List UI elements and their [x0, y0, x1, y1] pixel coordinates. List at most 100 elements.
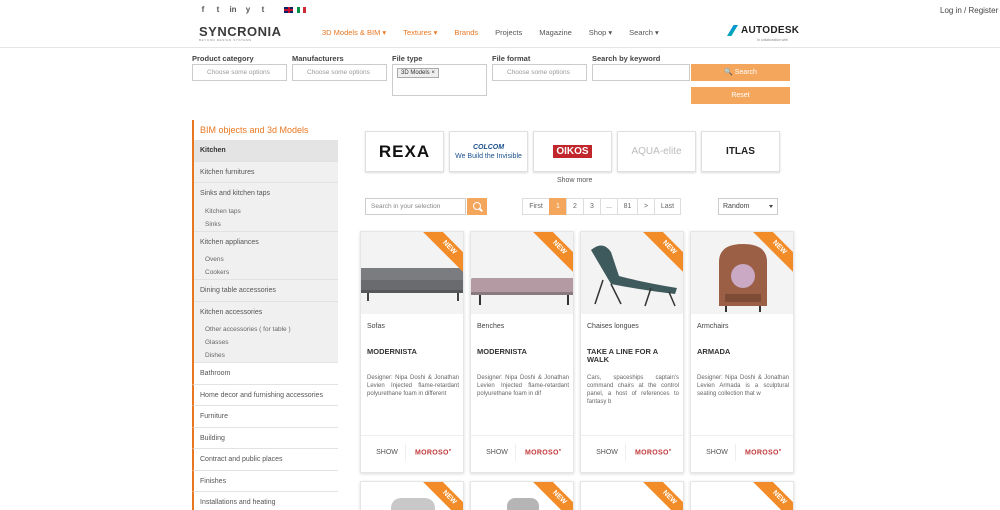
selection-search-button[interactable]: [467, 198, 487, 215]
category-sidebar: BIM objects and 3d Models Kitchen Kitche…: [192, 120, 338, 510]
sidebar-item-furniture[interactable]: Furniture: [192, 406, 338, 428]
sidebar-item-dining[interactable]: Dining table accessories: [194, 280, 338, 302]
top-bar: f t in y t Log in / Register: [0, 0, 1000, 20]
brand-itlas[interactable]: ITLAS: [701, 131, 780, 172]
login-register-link[interactable]: Log in / Register: [940, 6, 1000, 15]
product-footer: SHOW MOROSO●: [581, 435, 683, 467]
product-category-select[interactable]: Choose some options: [192, 64, 287, 81]
brand-colcom-tagline: We Build the Invisible: [455, 152, 522, 160]
autodesk-wordmark: AUTODESK: [741, 25, 800, 36]
linkedin-icon[interactable]: in: [229, 5, 237, 14]
brand-oikos[interactable]: OIKOS: [533, 131, 612, 172]
sidebar-subitem-sinks[interactable]: Sinks: [194, 218, 338, 231]
show-more-link[interactable]: Show more: [557, 177, 592, 184]
youtube-icon[interactable]: y: [244, 5, 252, 14]
file-format-select[interactable]: Choose some options: [492, 64, 587, 81]
sidebar-item-bathroom[interactable]: Bathroom: [192, 363, 338, 385]
sidebar-kitchen-block: Kitchen Kitchen furnitures Sinks and kit…: [192, 140, 338, 363]
nav-projects[interactable]: Projects: [495, 28, 522, 37]
file-type-select[interactable]: 3D Models ×: [392, 64, 487, 96]
page-81[interactable]: 81: [617, 198, 638, 215]
show-button[interactable]: SHOW: [369, 444, 406, 461]
sidebar-item-kitchen-furnitures[interactable]: Kitchen furnitures: [194, 162, 338, 183]
nav-magazine[interactable]: Magazine: [539, 28, 572, 37]
sidebar-item-building[interactable]: Building: [192, 427, 338, 449]
sidebar-subitem-glasses[interactable]: Glasses: [194, 336, 338, 349]
brand-aqua[interactable]: AQUA-elite: [617, 131, 696, 172]
file-type-tag[interactable]: 3D Models ×: [397, 68, 439, 78]
page-3[interactable]: 3: [583, 198, 601, 215]
product-name[interactable]: ARMADA: [697, 348, 787, 356]
brand-colcom[interactable]: COLCOM We Build the Invisible: [449, 131, 528, 172]
sidebar-subitem-kitchen-taps[interactable]: Kitchen taps: [194, 205, 338, 218]
sidebar-item-appliances[interactable]: Kitchen appliances: [194, 232, 338, 254]
file-type-label: File type: [392, 54, 423, 63]
sidebar-item-installations[interactable]: Installations and heating: [192, 492, 338, 510]
product-name[interactable]: MODERNISTA: [477, 348, 567, 356]
sidebar-subitem-other-accessories[interactable]: Other accessories ( for table ): [194, 323, 338, 336]
page-1[interactable]: 1: [549, 198, 567, 215]
sidebar-subitem-cookers[interactable]: Cookers: [194, 266, 338, 279]
manufacturers-select[interactable]: Choose some options: [292, 64, 387, 81]
reset-button[interactable]: Reset: [691, 87, 790, 104]
page-next[interactable]: >: [637, 198, 655, 215]
brand-rexa[interactable]: REXA: [365, 131, 444, 172]
sidebar-subitem-ovens[interactable]: Ovens: [194, 253, 338, 266]
product-card[interactable]: NEW: [360, 481, 464, 510]
keyword-input[interactable]: [592, 64, 690, 81]
product-card[interactable]: NEW Armchairs ARMADA Designer: Nipa Dosh…: [690, 231, 794, 473]
sidebar-group-sinks: Sinks and kitchen taps Kitchen taps Sink…: [194, 183, 338, 232]
sidebar-item-home-decor[interactable]: Home decor and furnishing accessories: [192, 384, 338, 406]
social-links: f t in y t: [199, 5, 267, 14]
product-card[interactable]: NEW Sofas MODERNISTA Designer: Nipa Dosh…: [360, 231, 464, 473]
brand-logo: MOROSO●: [525, 447, 562, 457]
facebook-icon[interactable]: f: [199, 5, 207, 14]
autodesk-icon: [727, 25, 738, 36]
brand-colcom-logo: COLCOM We Build the Invisible: [455, 143, 522, 161]
nav-3d-models[interactable]: 3D Models & BIM ▾: [322, 28, 386, 37]
product-footer: SHOW MOROSO●: [691, 435, 793, 467]
sidebar-title: BIM objects and 3d Models: [192, 120, 338, 140]
product-description: Designer: Nipa Doshi & Jonathan Levien I…: [367, 375, 459, 397]
logo-text: SYNCRONIA: [199, 24, 282, 39]
page-2[interactable]: 2: [566, 198, 584, 215]
product-footer: SHOW MOROSO●: [361, 435, 463, 467]
selection-search-input[interactable]: Search in your selection: [365, 198, 466, 215]
page-last[interactable]: Last: [654, 198, 681, 215]
sidebar-group-accessories: Kitchen accessories Other accessories ( …: [194, 302, 338, 363]
product-card[interactable]: NEW Benches MODERNISTA Designer: Nipa Do…: [470, 231, 574, 473]
product-category: Chaises longues: [587, 323, 639, 330]
italian-flag-icon[interactable]: [297, 7, 306, 13]
product-card[interactable]: NEW Chaises longues TAKE A LINE FOR A WA…: [580, 231, 684, 473]
twitter-bird-icon[interactable]: t: [259, 5, 267, 14]
sidebar-subitem-dishes[interactable]: Dishes: [194, 349, 338, 362]
product-card[interactable]: NEW: [580, 481, 684, 510]
sidebar-item-kitchen[interactable]: Kitchen: [194, 140, 338, 162]
show-button[interactable]: SHOW: [589, 444, 626, 461]
product-card[interactable]: NEW: [470, 481, 574, 510]
sort-select[interactable]: Random: [718, 198, 778, 215]
product-card[interactable]: NEW: [690, 481, 794, 510]
page-ellipsis: ...: [600, 198, 618, 215]
search-button[interactable]: 🔍 Search: [691, 64, 790, 81]
show-button[interactable]: SHOW: [699, 444, 736, 461]
autodesk-logo[interactable]: AUTODESK In collaboration with: [727, 25, 800, 42]
nav-brands[interactable]: Brands: [454, 28, 478, 37]
syncronia-logo[interactable]: SYNCRONIA BEYOND DESIGN SYSTEMS: [199, 24, 282, 42]
product-name[interactable]: MODERNISTA: [367, 348, 457, 356]
nav-search[interactable]: Search ▾: [629, 28, 659, 37]
sidebar-item-finishes[interactable]: Finishes: [192, 470, 338, 492]
product-name[interactable]: TAKE A LINE FOR A WALK: [587, 348, 677, 364]
sidebar-item-contract[interactable]: Contract and public places: [192, 449, 338, 471]
brand-oikos-logo: OIKOS: [553, 145, 592, 158]
sidebar-item-sinks-taps[interactable]: Sinks and kitchen taps: [194, 183, 338, 205]
english-flag-icon[interactable]: [284, 7, 293, 13]
twitter-icon[interactable]: t: [214, 5, 222, 14]
brand-name: MOROSO: [415, 449, 449, 457]
brand-rexa-logo: REXA: [378, 141, 431, 161]
show-button[interactable]: SHOW: [479, 444, 516, 461]
nav-textures[interactable]: Textures ▾: [403, 28, 437, 37]
nav-shop[interactable]: Shop ▾: [589, 28, 612, 37]
sidebar-item-accessories[interactable]: Kitchen accessories: [194, 302, 338, 324]
page-first[interactable]: First: [522, 198, 550, 215]
